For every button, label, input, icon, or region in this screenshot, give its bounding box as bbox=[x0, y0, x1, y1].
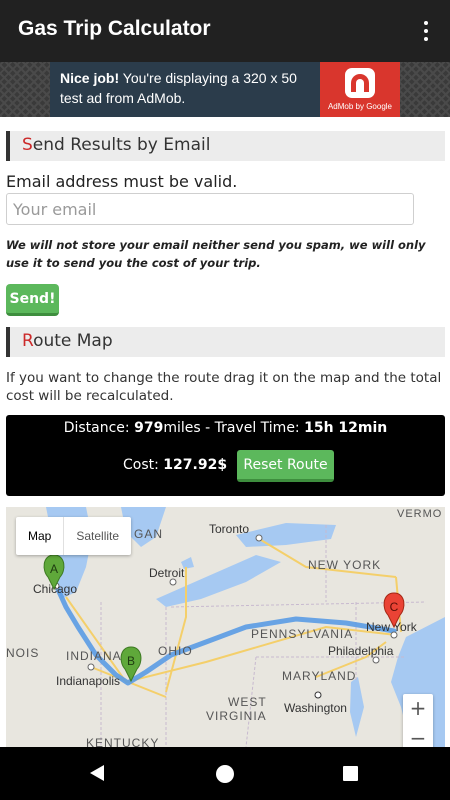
distance-time-line: Distance: 979miles - Travel Time: 15h 12… bbox=[63, 420, 388, 436]
label-maryland: MARYLAND bbox=[282, 669, 356, 683]
label-detroit: Detroit bbox=[149, 566, 185, 580]
label-toronto: Toronto bbox=[209, 522, 249, 536]
label-westvirginia-1: WEST bbox=[228, 695, 267, 709]
zoom-out-button[interactable]: − bbox=[403, 724, 433, 747]
privacy-note: We will not store your email neither sen… bbox=[6, 238, 426, 270]
label-westvirginia-2: VIRGINIA bbox=[206, 709, 267, 723]
label-washington: Washington bbox=[284, 701, 347, 715]
label-vermont: VERMO bbox=[397, 508, 442, 520]
toronto-dot bbox=[255, 534, 263, 542]
label-ohio: OHIO bbox=[158, 644, 193, 658]
recents-icon[interactable] bbox=[343, 766, 358, 781]
svg-text:B: B bbox=[127, 654, 135, 668]
chesapeake-bay bbox=[350, 677, 364, 737]
home-icon[interactable] bbox=[216, 765, 234, 783]
reset-route-button[interactable]: Reset Route bbox=[237, 450, 334, 482]
zoom-in-button[interactable]: + bbox=[403, 694, 433, 724]
travel-time-value: 15h 12min bbox=[304, 420, 388, 436]
admob-logo-icon: AdMob by Google bbox=[320, 62, 400, 117]
email-validation-text: Email address must be valid. bbox=[6, 172, 238, 191]
system-nav-bar bbox=[0, 747, 450, 800]
ad-container: Nice job! You're displaying a 320 x 50 t… bbox=[0, 62, 450, 117]
route-section-heading: Route Map bbox=[6, 327, 445, 357]
map-type-map[interactable]: Map bbox=[16, 517, 63, 555]
cost-value: 127.92 bbox=[163, 457, 218, 473]
map-type-satellite[interactable]: Satellite bbox=[63, 517, 131, 555]
admob-brand: AdMob by Google bbox=[327, 102, 393, 111]
label-kentucky: KENTUCKY bbox=[86, 736, 159, 747]
svg-text:C: C bbox=[390, 600, 399, 614]
send-button[interactable]: Send! bbox=[6, 284, 59, 316]
label-pennsylvania: PENNSYLVANIA bbox=[251, 627, 353, 641]
zoom-control: + − bbox=[403, 694, 433, 747]
back-icon[interactable] bbox=[90, 765, 104, 781]
label-michigan: GAN bbox=[134, 527, 163, 541]
ad-text: Nice job! You're displaying a 320 x 50 t… bbox=[60, 70, 297, 106]
app-title: Gas Trip Calculator bbox=[18, 17, 211, 40]
email-section-heading: Send Results by Email bbox=[6, 131, 445, 161]
label-indianapolis: Indianapolis bbox=[56, 674, 120, 688]
label-illinois: NOIS bbox=[6, 646, 39, 660]
label-indiana: INDIANA bbox=[66, 649, 122, 663]
email-input[interactable] bbox=[6, 193, 414, 225]
trip-summary: Distance: 979miles - Travel Time: 15h 12… bbox=[6, 415, 445, 496]
currency-symbol: $ bbox=[217, 457, 228, 473]
lake-ontario bbox=[236, 523, 336, 547]
indianapolis-dot bbox=[87, 663, 95, 671]
route-instructions: If you want to change the route drag it … bbox=[6, 370, 442, 404]
washington-dot bbox=[314, 691, 322, 699]
map-type-control: Map Satellite bbox=[16, 517, 132, 555]
test-ad-banner[interactable]: Nice job! You're displaying a 320 x 50 t… bbox=[50, 62, 400, 117]
label-philadelphia: Philadelphia bbox=[328, 644, 394, 658]
label-newyork-state: NEW YORK bbox=[308, 558, 381, 572]
app-bar: Gas Trip Calculator bbox=[0, 0, 450, 62]
svg-text:A: A bbox=[50, 562, 58, 576]
cost-line: Cost: 127.92$ bbox=[123, 457, 228, 473]
overflow-menu-icon[interactable] bbox=[414, 18, 438, 44]
distance-value: 979 bbox=[134, 420, 164, 436]
route-map[interactable]: Toronto VERMO GAN Detroit NEW YORK Chica… bbox=[6, 507, 445, 747]
